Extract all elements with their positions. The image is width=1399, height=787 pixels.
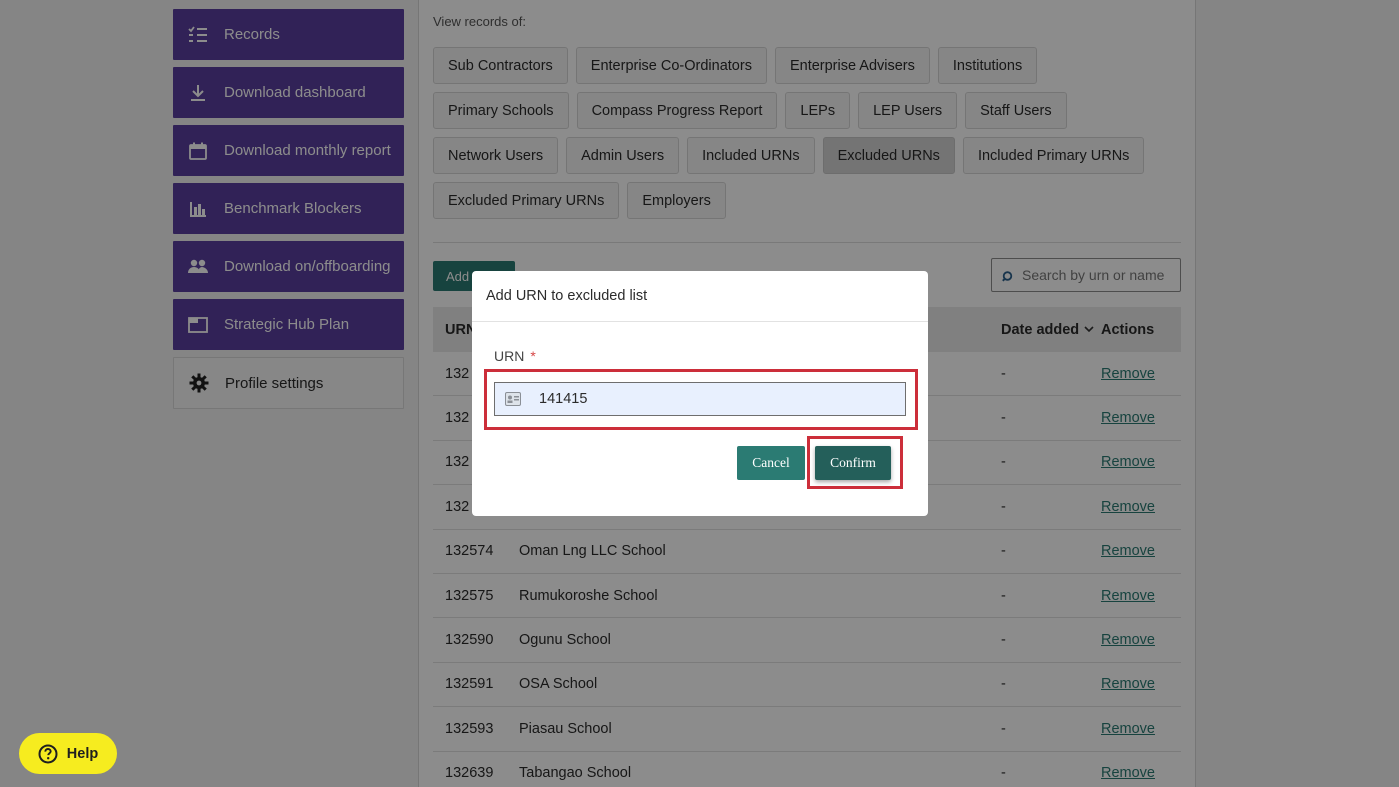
urn-label-text: URN xyxy=(494,348,525,364)
urn-field-label: URN * xyxy=(494,348,536,364)
required-marker: * xyxy=(530,348,536,364)
help-label: Help xyxy=(66,745,99,762)
id-card-icon xyxy=(505,392,521,406)
dialog-title: Add URN to excluded list xyxy=(472,271,928,322)
question-circle-icon xyxy=(38,744,58,764)
confirm-button[interactable]: Confirm xyxy=(815,446,891,480)
urn-input[interactable]: 141415 xyxy=(494,382,906,416)
help-button[interactable]: Help xyxy=(19,733,117,774)
urn-input-value: 141415 xyxy=(539,391,588,407)
cancel-button[interactable]: Cancel xyxy=(737,446,805,480)
add-urn-dialog: Add URN to excluded list URN * 141415 Can… xyxy=(472,271,928,516)
